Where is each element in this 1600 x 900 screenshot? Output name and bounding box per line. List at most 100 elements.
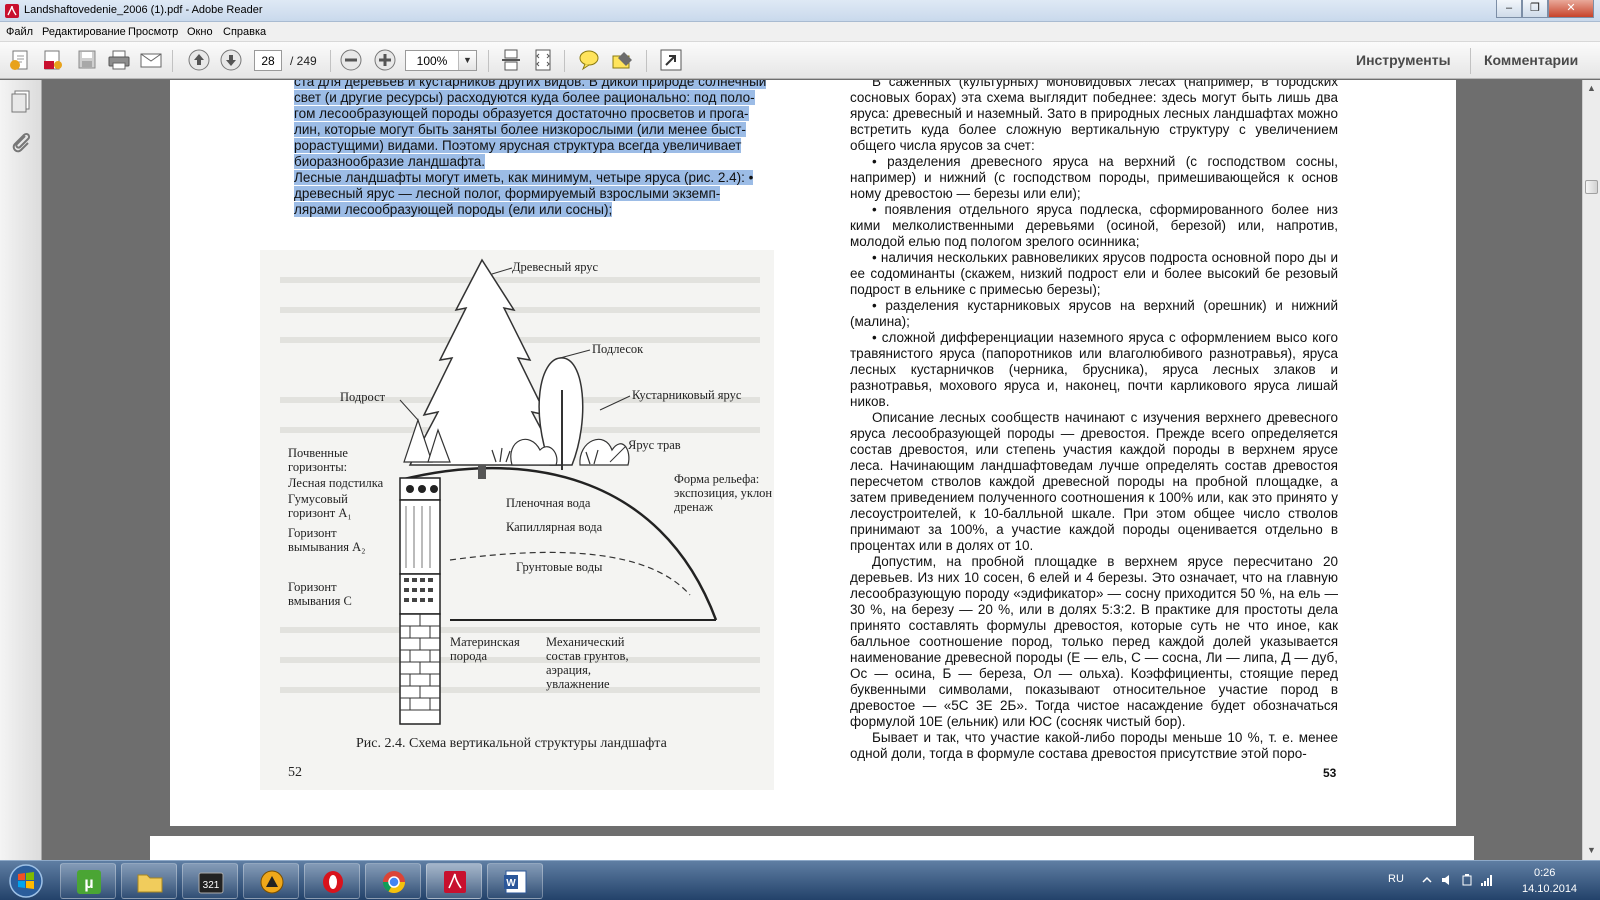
- menu-window[interactable]: Окно: [187, 26, 213, 38]
- word-icon: W: [504, 870, 527, 894]
- add-comment-button[interactable]: [576, 48, 602, 72]
- save-button[interactable]: [74, 48, 100, 72]
- text-line: лярами лесообразующей породы (ели или со…: [294, 202, 613, 217]
- chrome-icon: [383, 871, 405, 893]
- toolbar-divider: [1470, 48, 1471, 74]
- navigation-pane: [0, 80, 42, 860]
- create-pdf-button[interactable]: [8, 48, 34, 72]
- scroll-down-arrow-icon[interactable]: ▼: [1583, 842, 1600, 858]
- zoom-out-button[interactable]: [338, 48, 364, 72]
- windows-taskbar: µ 321 W RU 0:26 14.10.2014: [0, 860, 1600, 900]
- daemon-tools-icon: [260, 870, 284, 894]
- bullet-item: • сложной дифференциации наземного яруса…: [850, 330, 1338, 409]
- scroll-up-arrow-icon[interactable]: ▲: [1583, 80, 1600, 96]
- toolbar-divider: [330, 50, 331, 72]
- scroll-mode-button[interactable]: [498, 48, 524, 72]
- taskbar-explorer[interactable]: [121, 863, 177, 899]
- clock-date[interactable]: 14.10.2014: [1522, 883, 1577, 895]
- label-film-water: Пленочная вода: [506, 496, 591, 510]
- minimize-button[interactable]: –: [1496, 0, 1522, 18]
- left-text-block: ста для деревьев и кустарников других ви…: [294, 80, 784, 218]
- folder-icon: [137, 874, 163, 893]
- taskbar-word[interactable]: W: [487, 863, 543, 899]
- taskbar-opera[interactable]: [304, 863, 360, 899]
- paragraph: В саженных (культурных) моновидовых леса…: [850, 80, 1338, 153]
- text-line: Лесные ландшафты могут иметь, как миниму…: [294, 170, 754, 185]
- tray-arrow-icon[interactable]: [1420, 873, 1434, 887]
- network-signal-icon[interactable]: [1480, 873, 1494, 887]
- maximize-button[interactable]: ❐: [1522, 0, 1548, 18]
- figure-vertical-structure: Древесный ярус Подлесок Подрост Кустарни…: [260, 250, 774, 790]
- speech-bubble-icon: [579, 50, 599, 71]
- label-leaching: Горизонт вымывания A₂: [288, 526, 366, 554]
- menu-file[interactable]: Файл: [6, 26, 33, 38]
- svg-text:µ: µ: [84, 875, 93, 892]
- fit-page-icon: [535, 49, 551, 71]
- vertical-scrollbar[interactable]: ▲ ▼: [1582, 80, 1600, 860]
- taskbar-daemon-tools[interactable]: [243, 863, 299, 899]
- label-soil-horizons: Почвенные горизонты:: [288, 446, 348, 474]
- taskbar-media-player[interactable]: 321: [182, 863, 238, 899]
- tools-pane-link[interactable]: Инструменты: [1356, 52, 1451, 68]
- zoom-input[interactable]: [406, 51, 458, 70]
- text-line: ста для деревьев и кустарников других ви…: [294, 80, 767, 89]
- toolbar-divider: [488, 50, 489, 72]
- paragraph: Бывает и так, что участие какой-либо пор…: [850, 730, 1338, 761]
- expand-button[interactable]: [658, 48, 684, 72]
- menu-view[interactable]: Просмотр: [128, 26, 178, 38]
- highlight-button[interactable]: [610, 48, 636, 72]
- attachment-icon[interactable]: [8, 130, 34, 156]
- menu-edit[interactable]: Редактирование: [42, 26, 126, 38]
- windows-start-icon[interactable]: [6, 863, 46, 899]
- right-page-number: 53: [1323, 766, 1337, 780]
- bullet-item: • наличия нескольких равновеликих ярусов…: [850, 250, 1338, 297]
- page-number-input[interactable]: [254, 50, 282, 71]
- comments-pane-link[interactable]: Комментарии: [1484, 52, 1578, 68]
- window-title: Landshaftovedenie_2006 (1).pdf - Adobe R…: [24, 4, 263, 16]
- taskbar-utorrent[interactable]: µ: [60, 863, 116, 899]
- clock-time[interactable]: 0:26: [1534, 867, 1555, 879]
- label-tree-layer: Древесный ярус: [512, 260, 599, 274]
- tray-language[interactable]: RU: [1388, 873, 1404, 885]
- left-page-number: 52: [288, 765, 302, 780]
- zoom-select[interactable]: ▼: [405, 50, 477, 71]
- highlighter-icon: [612, 52, 632, 69]
- text-line: рорастущими) видами. Поэтому ярусная стр…: [294, 138, 742, 153]
- close-button[interactable]: ✕: [1548, 0, 1594, 18]
- scroll-thumb[interactable]: [1585, 180, 1598, 194]
- fit-page-button[interactable]: [530, 48, 556, 72]
- print-button[interactable]: [106, 48, 132, 72]
- create-pdf-icon: [10, 50, 28, 70]
- previous-page-button[interactable]: [186, 48, 212, 72]
- toolbar-divider: [172, 50, 173, 72]
- label-parent-rock: Материнская порода: [450, 635, 520, 663]
- label-shrub-layer: Кустарниковый ярус: [632, 388, 742, 402]
- text-line: лин, которые могут быть заняты более низ…: [294, 122, 746, 137]
- email-button[interactable]: [138, 48, 164, 72]
- volume-icon[interactable]: [1440, 873, 1454, 887]
- page-scroll-icon: [502, 49, 520, 71]
- text-line: биоразнообразие ландшафта.: [294, 154, 486, 169]
- edit-pdf-button[interactable]: [40, 48, 66, 72]
- media-player-icon: 321: [198, 872, 224, 894]
- edit-pdf-icon: [44, 50, 62, 70]
- next-page-button[interactable]: [218, 48, 244, 72]
- power-icon[interactable]: [1460, 873, 1474, 887]
- label-washout: Горизонт вмывания C: [288, 580, 352, 608]
- taskbar-adobe-reader[interactable]: [426, 863, 482, 899]
- svg-text:W: W: [506, 878, 516, 889]
- document-view[interactable]: ста для деревьев и кустарников других ви…: [42, 80, 1582, 860]
- toolbar: / 249 ▼ Инструменты Комментарии: [0, 42, 1600, 79]
- next-pdf-page: [150, 836, 1474, 860]
- page-thumbnails-icon[interactable]: [8, 88, 34, 114]
- menu-help[interactable]: Справка: [223, 26, 266, 38]
- paragraph: Допустим, на пробной площадке в верхнем …: [850, 554, 1338, 729]
- text-line: свет (и другие ресурсы) расходуются куда…: [294, 90, 755, 105]
- taskbar-chrome[interactable]: [365, 863, 421, 899]
- right-text-block: В саженных (культурных) моновидовых леса…: [850, 80, 1338, 762]
- label-mechanical: Механический состав грунтов, аэрация, ув…: [546, 635, 629, 691]
- chevron-down-icon[interactable]: ▼: [458, 51, 476, 70]
- zoom-in-button[interactable]: [372, 48, 398, 72]
- label-capillary-water: Капиллярная вода: [506, 520, 603, 534]
- arrow-down-circle-icon: [220, 49, 242, 71]
